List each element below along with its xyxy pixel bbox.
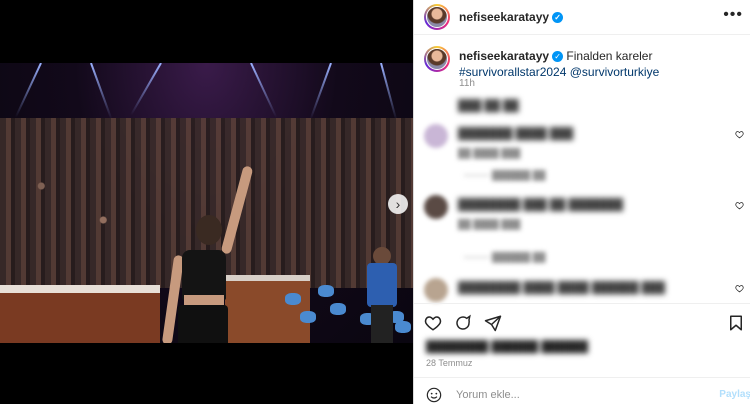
action-bar xyxy=(414,303,750,342)
blue-puzzle-piece xyxy=(285,293,301,305)
blue-puzzle-piece xyxy=(330,303,346,315)
more-options-icon[interactable]: ••• xyxy=(723,6,743,24)
stage-light xyxy=(14,63,42,118)
comment-avatar[interactable] xyxy=(424,124,448,148)
mention-link[interactable]: @survivorturkiye xyxy=(570,65,660,79)
post-time: 11h xyxy=(459,78,475,89)
comment-avatar[interactable] xyxy=(424,278,448,302)
view-replies[interactable]: ──── ██████ ██ xyxy=(464,252,546,262)
platform-top xyxy=(0,285,160,293)
caption-username[interactable]: nefiseekaratayy xyxy=(459,49,549,63)
heart-icon[interactable] xyxy=(424,314,442,332)
avatar[interactable] xyxy=(424,4,450,30)
likes-summary[interactable]: ████████ ██████ ██████ xyxy=(426,341,588,353)
verified-badge-icon: ✓ xyxy=(552,51,564,63)
comment-text: ████████ ███ ██ ███████ xyxy=(458,199,624,211)
post-media: › xyxy=(0,0,413,404)
save-icon[interactable] xyxy=(727,314,745,332)
emoji-icon[interactable] xyxy=(426,387,442,403)
heart-icon[interactable] xyxy=(735,201,744,210)
post-comment-button[interactable]: Paylaş xyxy=(719,389,750,400)
verified-badge-icon: ✓ xyxy=(552,12,564,24)
stage-light xyxy=(90,63,113,120)
comment-text: ███ ██ ██ xyxy=(458,100,519,112)
blue-puzzle-piece xyxy=(300,311,316,323)
comment-input[interactable] xyxy=(454,385,698,405)
referee xyxy=(363,243,399,343)
post-photo xyxy=(0,63,413,343)
caption-text: Finalden kareler xyxy=(566,49,653,63)
comment-row: ███████ ████ ███ ██ ████ ███ xyxy=(424,124,744,164)
stage-light xyxy=(309,63,332,120)
comment-avatar[interactable] xyxy=(424,195,448,219)
comment-text: ███████ ████ ███ xyxy=(458,128,574,140)
post-header: nefiseekaratayy ✓ ••• xyxy=(414,0,750,35)
post-date: 28 Temmuz xyxy=(426,358,473,368)
athlete xyxy=(161,165,254,343)
next-slide-icon[interactable]: › xyxy=(388,194,408,214)
share-icon[interactable] xyxy=(484,314,502,332)
post-panel: nefiseekaratayy ✓ ••• nefiseekaratayy ✓ Fi… xyxy=(413,0,750,405)
author-username[interactable]: nefiseekaratayy ✓ xyxy=(459,10,564,24)
hashtag-link[interactable]: #survivorallstar2024 xyxy=(459,65,566,79)
stage-light xyxy=(130,63,162,116)
stage-light xyxy=(250,63,278,118)
comment-text: ████████ ████ ████ ██████ ███ xyxy=(458,282,666,294)
comment-row: ████████ ███ ██ ███████ ██ ████ ███ xyxy=(424,195,744,235)
blue-puzzle-piece xyxy=(318,285,334,297)
comment-meta: ██ ████ ███ xyxy=(458,219,521,229)
comment-row: ████████ ████ ████ ██████ ███ xyxy=(424,278,744,304)
platform xyxy=(0,288,160,343)
caption-avatar[interactable] xyxy=(424,46,450,72)
heart-icon[interactable] xyxy=(735,130,744,139)
stage-light xyxy=(380,63,398,122)
comment-composer: Paylaş xyxy=(414,377,750,405)
view-replies[interactable]: ──── ██████ ██ xyxy=(464,170,546,180)
caption: nefiseekaratayy ✓ Finalden kareler #survi… xyxy=(459,48,729,80)
comment-meta: ██ ████ ███ xyxy=(458,148,521,158)
heart-icon[interactable] xyxy=(735,284,744,293)
comment-icon[interactable] xyxy=(454,314,472,332)
